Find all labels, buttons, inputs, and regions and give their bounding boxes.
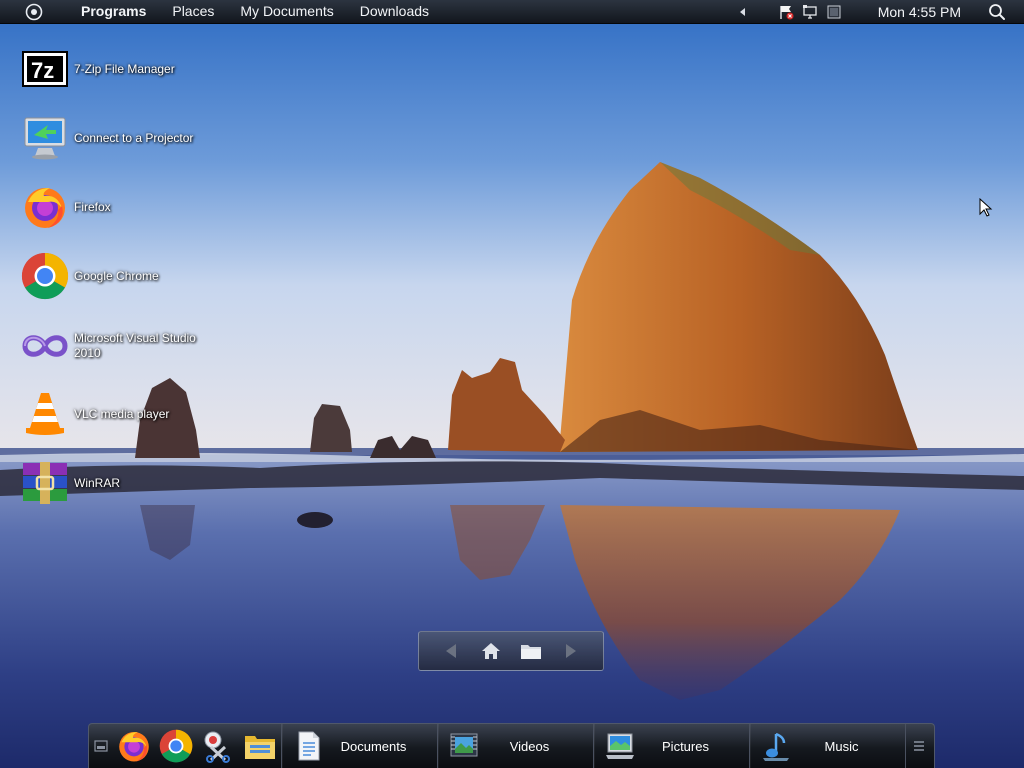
firefox-icon [20,182,70,232]
7zip-icon: 7z [20,44,70,94]
desktop-icon-label: Firefox [74,199,111,214]
file-explorer-icon [245,736,275,759]
clock[interactable]: Mon 4:55 PM [878,4,961,20]
menu-programs[interactable]: Programs [68,0,159,23]
dock-section-pictures[interactable]: Pictures [593,724,749,768]
menu-places[interactable]: Places [159,0,227,23]
dock-section-music[interactable]: Music [749,724,905,768]
desktop-icon-label: 7-Zip File Manager [74,61,175,76]
start-orb-icon [25,3,43,20]
desktop-icon-label: VLC media player [74,406,170,421]
chrome-icon [159,729,193,763]
vlc-icon [20,389,70,439]
desktop-icon-visual-studio[interactable]: Microsoft Visual Studio 2010 [20,321,220,371]
dock-section-label: Pictures [662,738,709,754]
desktop-icon-label: Connect to a Projector [74,130,194,145]
dock-launcher-chrome[interactable] [155,724,197,768]
dock-launcher-firefox[interactable] [113,724,155,768]
top-panel: Programs Places My Documents Downloads M… [0,0,1024,24]
menu-my-documents[interactable]: My Documents [227,0,346,23]
winrar-icon [20,458,70,508]
videos-icon [442,730,486,762]
desktop-icon-projector[interactable]: Connect to a Projector [20,113,220,163]
dock-section-documents[interactable]: Documents [281,724,437,768]
forward-arrow-icon[interactable] [559,639,583,663]
battery-icon[interactable] [825,3,843,21]
desktop-icon-firefox[interactable]: Firefox [20,182,220,232]
documents-icon [286,730,330,762]
home-icon[interactable] [479,639,503,663]
dock-section-label: Documents [340,738,407,754]
desktop-icon-chrome[interactable]: Google Chrome [20,251,220,301]
show-desktop-icon [94,740,108,752]
system-tray: Mon 4:55 PM [731,0,1024,23]
show-desktop-button[interactable] [89,724,113,768]
chevron-left-icon[interactable] [734,3,752,21]
chrome-icon [20,251,70,301]
desktop-icon-label: WinRAR [74,475,121,490]
dock-section-label: Videos [509,738,550,754]
bottom-dock: Documents Videos Pictures Music [88,723,935,768]
folder-icon[interactable] [519,639,543,663]
visual-studio-icon [20,321,70,371]
desktop-icon-vlc[interactable]: VLC media player [20,389,220,439]
display-icon[interactable] [801,3,819,21]
back-arrow-icon[interactable] [439,639,463,663]
projector-icon [20,113,70,163]
desktop-icon-label: Google Chrome [74,268,159,283]
menu-downloads[interactable]: Downloads [347,0,442,23]
music-icon [754,730,798,762]
dock-menu-button[interactable] [905,724,932,768]
network-flag-icon[interactable] [777,3,795,21]
desktop-icon-label: Microsoft Visual Studio 2010 [74,331,196,360]
pictures-icon [598,731,642,761]
dock-section-videos[interactable]: Videos [437,724,593,768]
start-orb-button[interactable] [25,3,43,21]
dock-launcher-snipping-tool[interactable] [197,724,239,768]
dock-launcher-file-explorer[interactable] [239,724,281,768]
desktop-icon-7zip[interactable]: 7z 7-Zip File Manager [20,44,220,94]
hamburger-menu-icon [914,741,924,751]
search-icon[interactable] [987,2,1007,22]
svg-text:7z: 7z [31,58,54,83]
snipping-tool-icon [204,731,230,763]
dock-section-label: Music [824,738,859,754]
mouse-cursor [979,198,993,217]
navigation-pill [418,631,604,671]
desktop-icon-winrar[interactable]: WinRAR [20,458,220,508]
firefox-icon [119,731,149,762]
